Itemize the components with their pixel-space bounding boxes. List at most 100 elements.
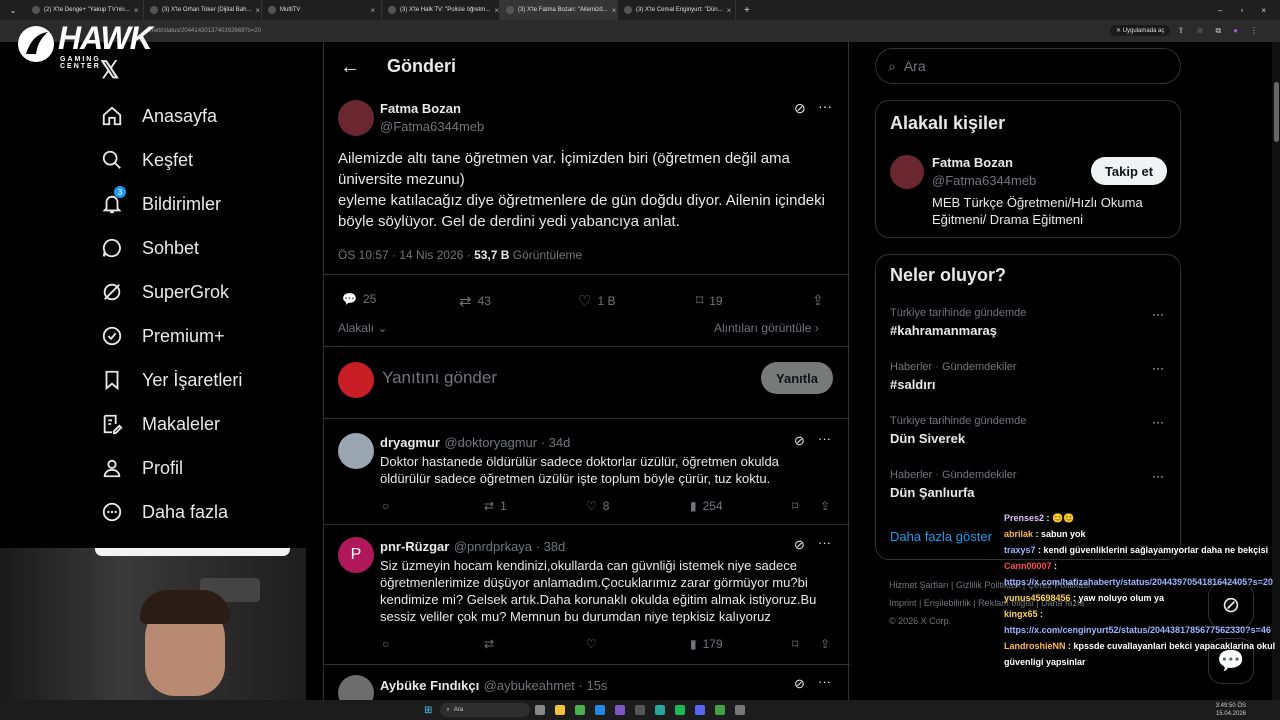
repost-button[interactable]: ⇄ 43: [459, 292, 491, 310]
chrome-icon[interactable]: [575, 705, 586, 715]
grok-icon[interactable]: ⊘: [794, 100, 806, 117]
author-handle[interactable]: @Fatma6344meb: [380, 119, 484, 134]
new-tab-button[interactable]: +: [736, 5, 758, 16]
relevant-dropdown[interactable]: Alakalı ⌄: [338, 321, 387, 335]
back-arrow-icon[interactable]: ←: [340, 56, 360, 79]
person-avatar[interactable]: [890, 155, 924, 189]
sidebar-item-notifications[interactable]: 3 Bildirimler: [100, 186, 221, 216]
reply-item[interactable]: Aybüke Fındıkçı @aybukeahmet · 15s ⊘ ···: [324, 664, 850, 711]
close-window-icon[interactable]: ×: [1261, 6, 1266, 15]
star-icon[interactable]: ☆: [1196, 26, 1203, 36]
author-name[interactable]: Fatma Bozan: [380, 101, 461, 116]
reply-author-name[interactable]: pnr-Rüzgar: [380, 539, 449, 554]
reply-button[interactable]: ○: [382, 637, 389, 651]
person-handle[interactable]: @Fatma6344meb: [932, 173, 1036, 188]
app-icon[interactable]: [715, 705, 726, 715]
app-icon[interactable]: [615, 705, 626, 715]
extensions-icon[interactable]: ⧉: [1215, 26, 1221, 36]
sidebar-item-home[interactable]: Anasayfa: [100, 104, 217, 128]
views-button[interactable]: ▮ 179: [690, 637, 723, 651]
reply-author-handle[interactable]: @aybukeahmet · 15s: [484, 678, 608, 693]
more-options-icon[interactable]: ···: [818, 535, 831, 550]
share-button[interactable]: ⇪: [820, 499, 830, 513]
grok-icon[interactable]: ⊘: [794, 676, 805, 692]
chat-link[interactable]: https://x.com/hafizahaberty/status/20443…: [1004, 574, 1280, 590]
bookmark-button[interactable]: ⌑: [792, 637, 798, 651]
follow-button[interactable]: Takip et: [1091, 157, 1167, 185]
reply-submit-button[interactable]: Yanıtla: [761, 362, 833, 394]
browser-tab[interactable]: (3) X'te Orhan Toker (Dijital Bah... ×: [144, 0, 262, 20]
task-view-icon[interactable]: [535, 705, 546, 715]
close-tab-icon[interactable]: ×: [370, 6, 375, 15]
reply-author-handle[interactable]: @pnrdprkaya · 38d: [454, 539, 565, 554]
maximize-icon[interactable]: ▫: [1240, 6, 1243, 15]
trend-item[interactable]: Haberler · Gündemdekiler Dün Şanlıurfa: [890, 469, 1017, 500]
like-button[interactable]: ♡ 8: [586, 499, 609, 513]
spotify-icon[interactable]: [675, 705, 686, 715]
grok-icon[interactable]: ⊘: [794, 537, 805, 553]
minimize-icon[interactable]: –: [1218, 6, 1222, 15]
share-icon[interactable]: ⇪: [1178, 26, 1185, 36]
app-icon[interactable]: [735, 705, 746, 715]
app-icon[interactable]: [655, 705, 666, 715]
reply-author-name[interactable]: dryagmur: [380, 435, 440, 450]
sidebar-item-profile[interactable]: Profil: [100, 456, 183, 480]
share-button[interactable]: ⇪: [812, 292, 824, 309]
more-options-icon[interactable]: ···: [1152, 415, 1164, 429]
system-clock[interactable]: 3:49:50 ÖS 15.04.2026: [1216, 702, 1280, 718]
reply-avatar[interactable]: P: [338, 537, 374, 573]
more-options-icon[interactable]: ···: [818, 431, 831, 446]
url-field[interactable]: ...meb/status/2044143013740392669?s=20: [145, 28, 261, 34]
bookmark-button[interactable]: ⌑ 19: [696, 292, 723, 309]
trend-item[interactable]: Türkiye tarihinde gündemde #kahramanmaraş: [890, 307, 1026, 338]
post-time[interactable]: ÖS 10:57 · 14 Nis 2026 ·: [338, 248, 471, 262]
sidebar-item-more[interactable]: Daha fazla: [100, 500, 228, 524]
repost-button[interactable]: ⇄ 1: [484, 499, 507, 513]
sidebar-item-chat[interactable]: Sohbet: [100, 236, 199, 260]
search-input[interactable]: ⌕ Ara: [875, 48, 1181, 84]
close-tab-icon[interactable]: ×: [134, 6, 139, 15]
view-quotes-link[interactable]: Alıntıları görüntüle ›: [714, 321, 819, 335]
sidebar-item-premium[interactable]: Premium+: [100, 324, 225, 348]
tab-list-icon[interactable]: ⌄: [0, 6, 26, 15]
close-tab-icon[interactable]: ×: [494, 6, 499, 15]
more-options-icon[interactable]: ···: [1152, 307, 1164, 321]
share-button[interactable]: ⇪: [820, 637, 830, 651]
more-options-icon[interactable]: ···: [1152, 361, 1164, 375]
discord-icon[interactable]: [695, 705, 706, 715]
show-more-link[interactable]: Daha fazla göster: [890, 529, 992, 544]
views-button[interactable]: ▮ 254: [690, 499, 723, 513]
reply-button[interactable]: ○: [382, 499, 389, 513]
reply-author-name[interactable]: Aybüke Fındıkçı: [380, 678, 479, 693]
browser-tab-active[interactable]: (3) X'te Fatma Bozan: "Ailemizd... ×: [500, 0, 618, 20]
start-icon[interactable]: ⊞: [424, 705, 432, 716]
profile-icon[interactable]: ●: [1233, 26, 1238, 36]
sidebar-item-supergrok[interactable]: SuperGrok: [100, 280, 229, 304]
browser-tab[interactable]: MultiTV ×: [262, 0, 382, 20]
trend-item[interactable]: Türkiye tarihinde gündemde Dün Siverek: [890, 415, 1026, 446]
sidebar-item-bookmarks[interactable]: Yer İşaretleri: [100, 368, 242, 392]
browser-tab[interactable]: (3) X'te Cemal Enginyurt: "Dün... ×: [618, 0, 736, 20]
close-tab-icon[interactable]: ×: [612, 6, 617, 15]
repost-button[interactable]: ⇄: [484, 637, 494, 651]
browser-tab[interactable]: (3) X'te Halk TV: "Polisle öğretm... ×: [382, 0, 500, 20]
menu-icon[interactable]: ⋮: [1250, 26, 1258, 36]
reply-button[interactable]: 💬 25: [342, 292, 376, 306]
file-explorer-icon[interactable]: [555, 705, 566, 715]
author-avatar[interactable]: [338, 100, 374, 136]
grok-icon[interactable]: ⊘: [794, 433, 805, 449]
person-name[interactable]: Fatma Bozan: [932, 155, 1013, 170]
reply-item[interactable]: P pnr-Rüzgar @pnrdprkaya · 38d ⊘ ··· Siz…: [324, 524, 850, 664]
edge-icon[interactable]: [595, 705, 606, 715]
browser-tab[interactable]: (2) X'te Denge+ "Yakup TV'nin... ×: [26, 0, 144, 20]
reply-author-handle[interactable]: @doktoryagmur · 34d: [444, 435, 570, 450]
taskbar-search[interactable]: ⌕ Ara: [440, 703, 531, 717]
close-tab-icon[interactable]: ×: [727, 6, 732, 15]
close-tab-icon[interactable]: ×: [255, 6, 260, 15]
bookmark-button[interactable]: ⌑: [792, 499, 798, 513]
chat-link[interactable]: https://x.com/cenginyurt52/status/204438…: [1004, 622, 1280, 638]
more-options-icon[interactable]: ···: [818, 98, 832, 114]
reply-input[interactable]: Yanıtını gönder: [382, 368, 497, 388]
more-options-icon[interactable]: ···: [1152, 469, 1164, 483]
reply-item[interactable]: dryagmur @doktoryagmur · 34d ⊘ ··· Dokto…: [324, 418, 850, 524]
